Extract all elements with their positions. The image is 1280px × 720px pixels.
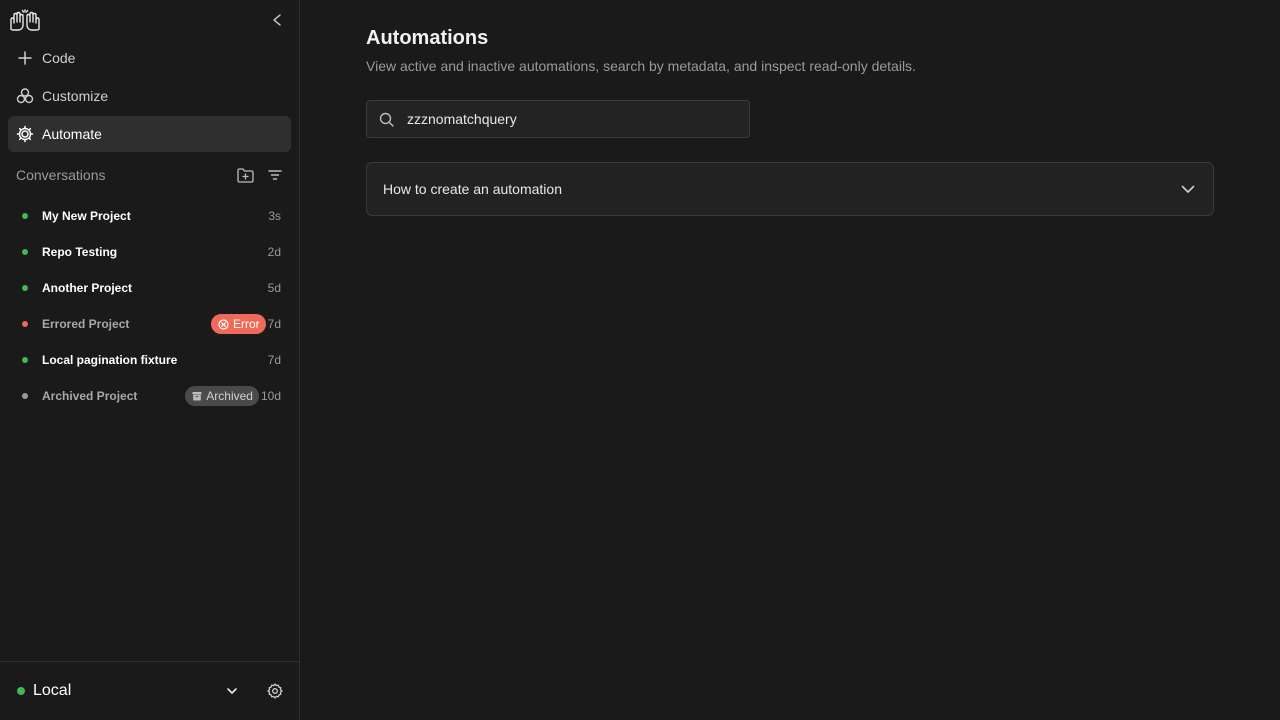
conversation-name: Archived Project [42, 389, 138, 403]
collapse-sidebar-button[interactable] [270, 12, 284, 28]
status-dot [22, 249, 28, 255]
conversation-row[interactable]: Errored Project Error 7d [0, 306, 300, 342]
error-badge: Error [210, 314, 266, 334]
page-title: Automations [366, 27, 489, 49]
environment-label[interactable]: Local [33, 682, 225, 700]
conversation-row[interactable]: Repo Testing 2d [0, 234, 300, 270]
search-icon [379, 111, 395, 127]
nav-label-automate: Automate [42, 126, 102, 142]
error-circle-icon [218, 318, 229, 330]
archived-badge: Archived [185, 386, 259, 406]
filter-icon[interactable] [266, 166, 284, 184]
nav-item-code[interactable]: Code [8, 40, 291, 76]
customize-icon [8, 87, 42, 105]
search-input[interactable] [407, 111, 737, 127]
nav-item-customize[interactable]: Customize [8, 78, 291, 114]
page-subtitle: View active and inactive automations, se… [366, 58, 916, 74]
conversation-time: 7d [267, 353, 281, 367]
conversation-row[interactable]: Local pagination fixture 7d [0, 342, 300, 378]
how-to-create-automation-accordion[interactable]: How to create an automation [366, 162, 1214, 216]
chevron-down-icon [1179, 180, 1197, 198]
nav-label-code: Code [42, 50, 76, 66]
conversation-row[interactable]: My New Project 3s [0, 198, 300, 234]
conversation-name: Repo Testing [42, 245, 118, 259]
conversation-name: Local pagination fixture [42, 353, 178, 367]
environment-status-dot [17, 687, 25, 695]
nav-label-customize: Customize [42, 88, 109, 104]
conversation-time: 7d [267, 317, 281, 331]
error-badge-label: Error [232, 317, 260, 331]
conversation-name: My New Project [42, 209, 131, 223]
new-folder-icon[interactable] [236, 166, 254, 184]
environment-bar: Local [0, 661, 300, 720]
settings-gear-icon[interactable] [267, 683, 283, 699]
conversation-list: My New Project 3s Repo Testing 2d Anothe… [0, 198, 300, 414]
conversation-time: 2d [267, 245, 281, 259]
chevron-down-icon[interactable] [225, 684, 239, 698]
status-dot [22, 357, 28, 363]
status-dot [22, 393, 28, 399]
accordion-label: How to create an automation [383, 181, 562, 197]
archived-badge-label: Archived [206, 389, 253, 403]
search-box [366, 100, 750, 138]
conversation-name: Another Project [42, 281, 133, 295]
conversations-title: Conversations [16, 167, 106, 183]
conversations-header: Conversations [16, 164, 284, 186]
conversation-name: Errored Project [42, 317, 130, 331]
archive-box-icon [192, 392, 202, 401]
status-dot [22, 213, 28, 219]
conversation-row[interactable]: Another Project 5d [0, 270, 300, 306]
main-content: Automations View active and inactive aut… [300, 0, 1280, 720]
status-dot [22, 321, 28, 327]
conversation-row[interactable]: Archived Project Archived 10d [0, 378, 300, 414]
sidebar-top [0, 0, 299, 40]
plus-icon [8, 51, 42, 65]
conversation-time: 10d [260, 389, 281, 403]
nav-item-automate[interactable]: Automate [8, 116, 291, 152]
app-root: Code Customize Automate Conversations My… [0, 0, 1280, 720]
status-dot [22, 285, 28, 291]
sidebar: Code Customize Automate Conversations My… [0, 0, 300, 720]
conversation-time: 3s [268, 209, 281, 223]
hands-logo-icon [10, 9, 40, 31]
conversation-time: 5d [267, 281, 281, 295]
gear-icon [8, 125, 42, 143]
